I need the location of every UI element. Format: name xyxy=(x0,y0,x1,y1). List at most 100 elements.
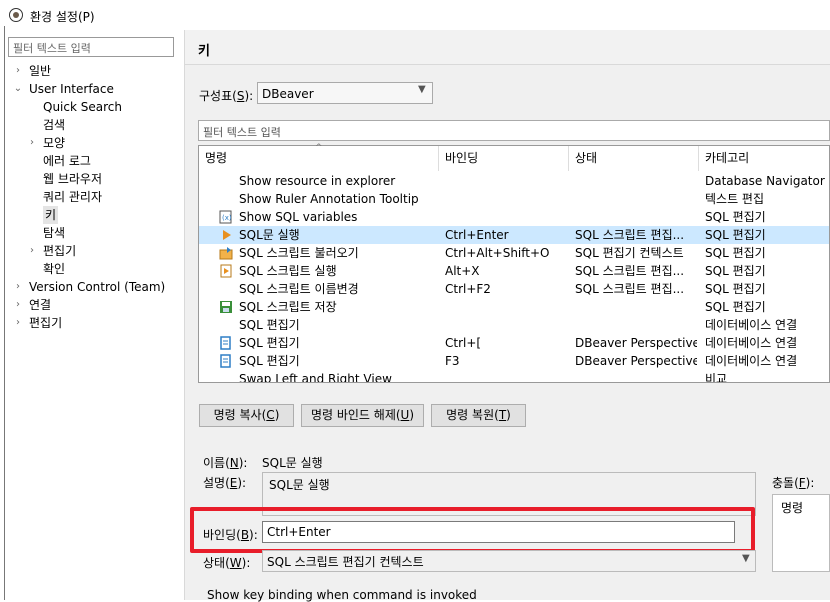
cell-name: Show resource in explorer xyxy=(239,174,396,188)
tree-item[interactable]: › 편집기 xyxy=(8,242,184,260)
cell-when: SQL 스크립트 편집... xyxy=(575,282,685,296)
cell-binding: Ctrl+[ xyxy=(445,336,482,350)
cell-name: Show Ruler Annotation Tooltip xyxy=(239,192,419,206)
page-title: 키 xyxy=(198,44,210,59)
tree-item[interactable]: 탐색 xyxy=(8,224,184,242)
tree-item-label: 편집기 xyxy=(43,244,77,258)
tree-item-label: 쿼리 관리자 xyxy=(43,190,103,204)
cell-name: SQL 편집기 xyxy=(239,354,300,368)
when-value: SQL 스크립트 편집기 컨텍스트 xyxy=(267,555,424,569)
when-label: 상태(W): xyxy=(203,556,251,570)
table-row[interactable]: SQL 편집기 Ctrl+[ DBeaver Perspective 데이터베이스 연… xyxy=(199,334,829,352)
tree-item-label: User Interface xyxy=(29,82,114,96)
tree-item[interactable]: 확인 xyxy=(8,260,184,278)
collapsed-arrow-icon[interactable]: › xyxy=(12,62,24,80)
table-row[interactable]: SQL 편집기 F3 DBeaver Perspective 데이터베이스 연결 xyxy=(199,352,829,370)
table-row[interactable]: SQL문 실행 Ctrl+Enter SQL 스크립트 편집... SQL 편집기 xyxy=(199,226,829,244)
restore-command-button[interactable]: 명령 복원(T) xyxy=(431,404,526,427)
tree-item[interactable]: ⌄ User Interface xyxy=(8,80,184,98)
cell-binding: Alt+X xyxy=(445,264,480,278)
binding-highlight-box xyxy=(190,507,755,553)
tree-item[interactable]: 키 xyxy=(8,206,184,224)
tree-item-label: Version Control (Team) xyxy=(29,280,166,294)
cell-binding: Ctrl+Enter xyxy=(445,228,509,242)
commands-table: 명령 바인딩 상태 카테고리 Show resource in explorer… xyxy=(198,145,830,383)
scheme-label: 구성표(S): xyxy=(199,89,254,103)
left-filter-input[interactable]: 필터 텍스트 입력 xyxy=(8,37,174,57)
cell-name: Swap Left and Right View xyxy=(239,372,392,383)
unbind-command-button[interactable]: 명령 바인드 해제(U) xyxy=(301,404,424,427)
cell-name: SQL 스크립트 실행 xyxy=(239,264,337,278)
tree-item[interactable]: 에러 로그 xyxy=(8,152,184,170)
table-row[interactable]: SQL 스크립트 이름변경 Ctrl+F2 SQL 스크립트 편집... SQL 편집… xyxy=(199,280,829,298)
name-value: SQL문 실행 xyxy=(262,456,323,470)
app-icon xyxy=(9,8,23,22)
cell-name: SQL 스크립트 이름변경 xyxy=(239,282,359,296)
tree-item[interactable]: › 모양 xyxy=(8,134,184,152)
cell-when: DBeaver Perspective xyxy=(575,354,697,368)
cell-category: SQL 편집기 xyxy=(705,246,766,260)
tree-item[interactable]: 검색 xyxy=(8,116,184,134)
name-label: 이름(N): xyxy=(203,456,248,470)
cell-category: 데이터베이스 연결 xyxy=(705,354,798,368)
collapsed-arrow-icon[interactable]: › xyxy=(12,296,24,314)
collapsed-arrow-icon[interactable]: › xyxy=(12,314,24,332)
cell-category: SQL 편집기 xyxy=(705,264,766,278)
table-row[interactable]: Show Ruler Annotation Tooltip 텍스트 편집 xyxy=(199,190,829,208)
copy-command-button[interactable]: 명령 복사(C) xyxy=(199,404,294,427)
expanded-arrow-icon[interactable]: ⌄ xyxy=(12,80,24,98)
cell-category: 비교 xyxy=(705,372,728,383)
cell-when: DBeaver Perspective xyxy=(575,336,697,350)
table-row[interactable]: SQL 편집기 데이터베이스 연결 xyxy=(199,316,829,334)
table-row[interactable]: SQL 스크립트 불러오기 Ctrl+Alt+Shift+O SQL 편집기 컨텍스… xyxy=(199,244,829,262)
cell-category: Database Navigator xyxy=(705,174,825,188)
tree-item[interactable]: › Version Control (Team) xyxy=(8,278,184,296)
variables-icon: (x) xyxy=(219,210,233,224)
tree-item[interactable]: › 편집기 xyxy=(8,314,184,332)
page-header xyxy=(185,30,830,65)
cell-binding: Ctrl+F2 xyxy=(445,282,491,296)
cell-category: SQL 편집기 xyxy=(705,210,766,224)
tree-item[interactable]: › 일반 xyxy=(8,62,184,80)
cell-when: SQL 스크립트 편집... xyxy=(575,264,685,278)
column-header-when[interactable]: 상태 xyxy=(569,146,699,171)
cell-category: SQL 편집기 xyxy=(705,300,766,314)
cell-category: 데이터베이스 연결 xyxy=(705,318,798,332)
title-bar xyxy=(4,6,830,26)
cell-name: SQL 스크립트 불러오기 xyxy=(239,246,359,260)
tree-item-label: 모양 xyxy=(43,136,66,150)
tree-item[interactable]: Quick Search xyxy=(8,98,184,116)
tree-item[interactable]: › 연결 xyxy=(8,296,184,314)
cell-binding: Ctrl+Alt+Shift+O xyxy=(445,246,550,260)
collapsed-arrow-icon[interactable]: › xyxy=(26,242,38,260)
cell-category: 텍스트 편집 xyxy=(705,192,765,206)
cell-category: 데이터베이스 연결 xyxy=(705,336,798,350)
table-row[interactable]: (x) Show SQL variables SQL 편집기 xyxy=(199,208,829,226)
command-filter-input[interactable]: 필터 텍스트 입력 xyxy=(198,120,830,141)
table-row[interactable]: SQL 스크립트 저장 SQL 편집기 xyxy=(199,298,829,316)
cell-name: SQL 편집기 xyxy=(239,336,300,350)
conflicts-label: 충돌(F): xyxy=(772,476,815,490)
scheme-value: DBeaver xyxy=(262,87,314,101)
conflicts-list[interactable]: 명령 xyxy=(772,494,830,572)
sql-editor-icon xyxy=(219,354,233,368)
preferences-tree: › 일반 ⌄ User Interface Quick Search 검색 › 모양 에러 로그… xyxy=(8,62,184,362)
tree-item[interactable]: 쿼리 관리자 xyxy=(8,188,184,206)
collapsed-arrow-icon[interactable]: › xyxy=(26,134,38,152)
column-header-category[interactable]: 카테고리 xyxy=(699,146,829,171)
collapsed-arrow-icon[interactable]: › xyxy=(12,278,24,296)
cell-when: SQL 스크립트 편집... xyxy=(575,228,685,242)
tree-item-label: 일반 xyxy=(29,64,52,78)
column-header-binding[interactable]: 바인딩 xyxy=(439,146,569,171)
execute-arrow-icon xyxy=(219,228,233,242)
tree-item-label: Quick Search xyxy=(43,100,122,114)
cell-name: SQL 스크립트 저장 xyxy=(239,300,337,314)
table-row[interactable]: Show resource in explorer Database Naviga… xyxy=(199,172,829,190)
cell-category: SQL 편집기 xyxy=(705,228,766,242)
chevron-down-icon: ▼ xyxy=(418,84,426,95)
svg-text:(x): (x) xyxy=(222,214,232,222)
table-row[interactable]: Swap Left and Right View 비교 xyxy=(199,370,829,383)
table-row[interactable]: SQL 스크립트 실행 Alt+X SQL 스크립트 편집... SQL 편집기 xyxy=(199,262,829,280)
description-label: 설명(E): xyxy=(203,476,247,490)
tree-item[interactable]: 웹 브라우저 xyxy=(8,170,184,188)
